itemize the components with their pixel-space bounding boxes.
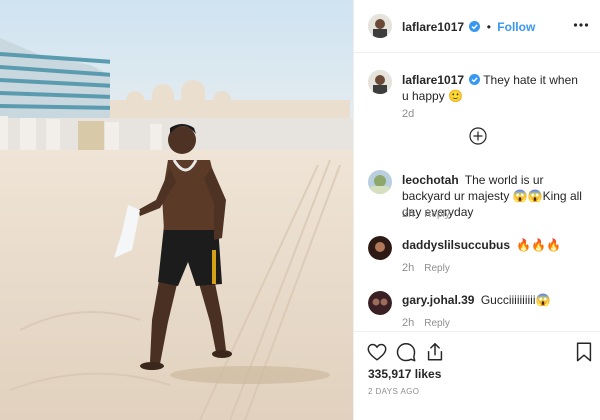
load-more-comments-icon[interactable] (469, 127, 487, 145)
bookmark-icon[interactable] (573, 341, 595, 363)
commenter-username[interactable]: gary.johal.39 (402, 293, 474, 307)
comment-time: 2h (402, 262, 415, 274)
commenter-avatar[interactable] (368, 291, 392, 315)
commenter-username[interactable]: leochotah (402, 173, 459, 187)
heart-icon[interactable] (366, 341, 388, 363)
comment-meta: 2h Reply (402, 317, 450, 329)
comment-text-block: gary.johal.39 Gucciiiiiiiiii😱 (402, 292, 587, 308)
reply-button[interactable]: Reply (424, 263, 450, 274)
comment-text: Gucciiiiiiiiii😱 (480, 293, 551, 307)
caption-author-avatar[interactable] (368, 70, 392, 94)
post-actions-bar: 335,917 likes 2 DAYS AGO (354, 331, 600, 420)
likes-count[interactable]: 335,917 likes (368, 367, 441, 381)
caption-time: 2d (402, 108, 415, 120)
comment-time: 2h (402, 208, 415, 220)
author-avatar[interactable] (368, 14, 392, 38)
comment-time: 2h (402, 317, 415, 329)
post-photo[interactable] (0, 0, 353, 420)
reply-button[interactable]: Reply (424, 209, 450, 220)
verified-badge-icon (469, 73, 481, 85)
more-options-icon[interactable] (573, 17, 589, 33)
commenter-avatar[interactable] (368, 236, 392, 260)
comment-meta: 2h Reply (402, 208, 450, 220)
comment-text-block: daddyslilsuccubus 🔥🔥🔥 (402, 237, 587, 253)
caption-text-block: laflare1017 They hate it when u happy 🙂 (402, 72, 587, 104)
comment-icon[interactable] (395, 341, 417, 363)
comment-meta: 2h Reply (402, 262, 450, 274)
comment-text: 🔥🔥🔥 (516, 238, 562, 252)
commenter-username[interactable]: daddyslilsuccubus (402, 238, 510, 252)
post-side-panel: laflare1017 • Follow laflare1017 They ha… (353, 0, 600, 420)
follow-button[interactable]: Follow (497, 20, 535, 34)
post-date: 2 DAYS AGO (368, 387, 420, 396)
caption-author-username[interactable]: laflare1017 (402, 73, 464, 87)
commenter-avatar[interactable] (368, 170, 392, 194)
header-author-line: laflare1017 • Follow (402, 20, 535, 34)
reply-button[interactable]: Reply (424, 318, 450, 329)
post-header: laflare1017 • Follow (354, 0, 600, 53)
share-icon[interactable] (424, 341, 446, 363)
author-username[interactable]: laflare1017 (402, 20, 464, 34)
separator-dot: • (486, 20, 491, 34)
verified-badge-icon (469, 21, 481, 32)
